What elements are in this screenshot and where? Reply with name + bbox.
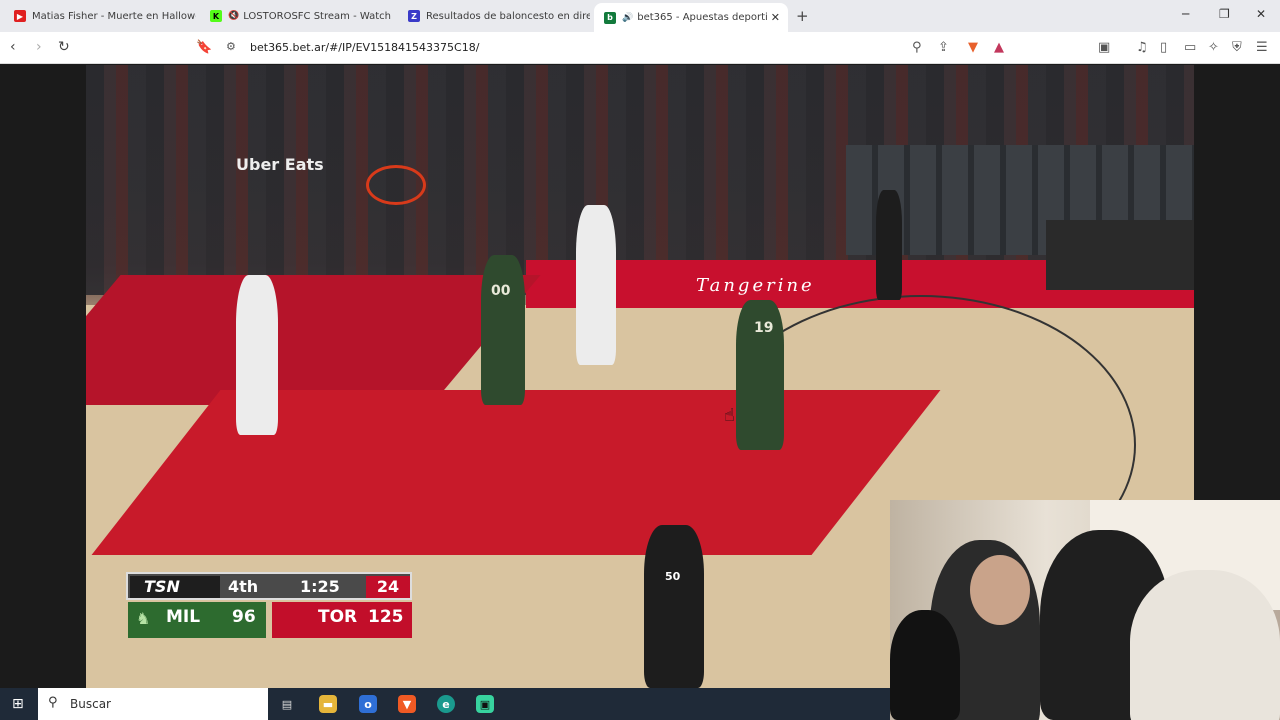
menu-icon[interactable]: ☰ [1256, 40, 1268, 55]
raptors-player [236, 275, 278, 435]
file-explorer-icon[interactable]: ▬ [319, 695, 337, 713]
jersey-number: 00 [491, 283, 511, 299]
tab-strip: ▶ Matias Fisher - Muerte en Halloween K … [0, 0, 1280, 32]
speaker-icon[interactable]: 🔊 [622, 13, 633, 23]
search-placeholder: Buscar [70, 697, 111, 711]
minimize-icon[interactable]: ─ [1182, 7, 1189, 21]
sidebar-icon[interactable]: ▯ [1160, 40, 1167, 55]
streamer-person [1130, 570, 1280, 720]
wallet-icon[interactable]: ▭ [1184, 40, 1196, 55]
bucks-player [481, 255, 525, 405]
tab-label: bet365 - Apuestas deportivas [637, 12, 768, 23]
restore-icon[interactable]: ❐ [1219, 7, 1230, 21]
site-info-icon[interactable]: ⚙ [226, 40, 236, 53]
microphone [890, 610, 960, 720]
taskbar-search[interactable]: ⚲ Buscar [38, 688, 268, 720]
bet365-icon: b [604, 11, 616, 24]
scorebug-top: TSN 4th 1:25 24 [126, 572, 412, 600]
mouse-cursor-icon: ☝ [724, 405, 735, 426]
new-tab-button[interactable]: + [796, 7, 809, 25]
referee-number: 50 [665, 570, 681, 583]
away-team-abbr: TOR [318, 607, 358, 627]
task-view-icon[interactable]: ▤ [278, 695, 296, 713]
away-team-score: 125 [368, 607, 404, 627]
tab-search-icon[interactable]: ▣ [1098, 40, 1110, 55]
brave-browser-icon[interactable]: ▼ [398, 695, 416, 713]
brave-rewards-icon[interactable]: ▲ [994, 40, 1004, 55]
muted-speaker-icon[interactable]: 🔇 [228, 11, 239, 21]
youtube-icon: ▶ [14, 10, 26, 22]
courtside-screen [1046, 220, 1194, 290]
tab-label: Matias Fisher - Muerte en Halloween [32, 10, 196, 22]
outlook-icon[interactable]: o [359, 695, 377, 713]
jersey-number: 19 [754, 320, 774, 336]
coach [876, 190, 902, 300]
period: 4th [228, 577, 259, 596]
home-team-abbr: MIL [166, 607, 201, 627]
raptors-player [576, 205, 616, 365]
media-icon[interactable]: ♫ [1136, 40, 1148, 55]
arena-ad-tangerine: Tangerine [696, 275, 815, 296]
streaming-app-icon[interactable]: ▣ [476, 695, 494, 713]
tab-flashscore[interactable]: Z Resultados de baloncesto en directo [398, 4, 590, 28]
kick-icon: K [210, 10, 222, 22]
shot-clock: 24 [366, 576, 410, 598]
tab-label: Resultados de baloncesto en directo [426, 10, 590, 22]
leo-ai-icon[interactable]: ✧ [1208, 40, 1219, 55]
bookmark-icon[interactable]: 🔖 [196, 40, 212, 55]
address-bar: ‹ › ↻ 🔖 ⚙ bet365.bet.ar/#/IP/EV151841543… [0, 32, 1280, 64]
brave-shields-icon[interactable]: ▼ [968, 40, 978, 55]
close-window-icon[interactable]: ✕ [1256, 7, 1266, 21]
search-icon: ⚲ [48, 695, 58, 710]
streamer-face [970, 555, 1030, 625]
tab-label: LOSTOROSFC Stream - Watch Liv [243, 10, 394, 22]
tab-youtube[interactable]: ▶ Matias Fisher - Muerte en Halloween [4, 4, 196, 28]
url-field[interactable]: bet365.bet.ar/#/IP/EV151841543375C18/ [250, 41, 479, 54]
back-icon[interactable]: ‹ [10, 39, 16, 55]
bucks-logo-icon: ♞ [136, 609, 151, 628]
away-team-row: TOR 125 [272, 602, 412, 638]
webcam-feed [890, 500, 1280, 720]
forward-icon[interactable]: › [36, 39, 42, 55]
arena-ad-ubereats: Uber Eats [236, 155, 324, 174]
tab-kick[interactable]: K 🔇 LOSTOROSFC Stream - Watch Liv [200, 4, 394, 28]
home-team-row: MIL 96 ♞ [128, 602, 266, 638]
referee [644, 525, 704, 688]
edge-browser-icon[interactable]: e [437, 695, 455, 713]
reload-icon[interactable]: ↻ [58, 39, 70, 55]
zoom-icon[interactable]: ⚲ [912, 40, 922, 55]
vpn-icon[interactable]: ⛨ [1232, 40, 1242, 55]
tab-bet365[interactable]: b 🔊 bet365 - Apuestas deportivas ✕ [594, 3, 788, 32]
game-clock: 1:25 [300, 577, 340, 596]
close-tab-icon[interactable]: ✕ [771, 11, 780, 24]
home-team-score: 96 [232, 607, 256, 627]
scorebug: TSN 4th 1:25 24 MIL 96 ♞ TOR 125 [126, 572, 412, 640]
basket-hoop [366, 165, 426, 205]
share-icon[interactable]: ⇪ [938, 40, 949, 55]
network-logo: TSN [130, 576, 220, 598]
windows-start-icon[interactable]: ⊞ [12, 696, 24, 712]
flashscore-icon: Z [408, 10, 420, 22]
